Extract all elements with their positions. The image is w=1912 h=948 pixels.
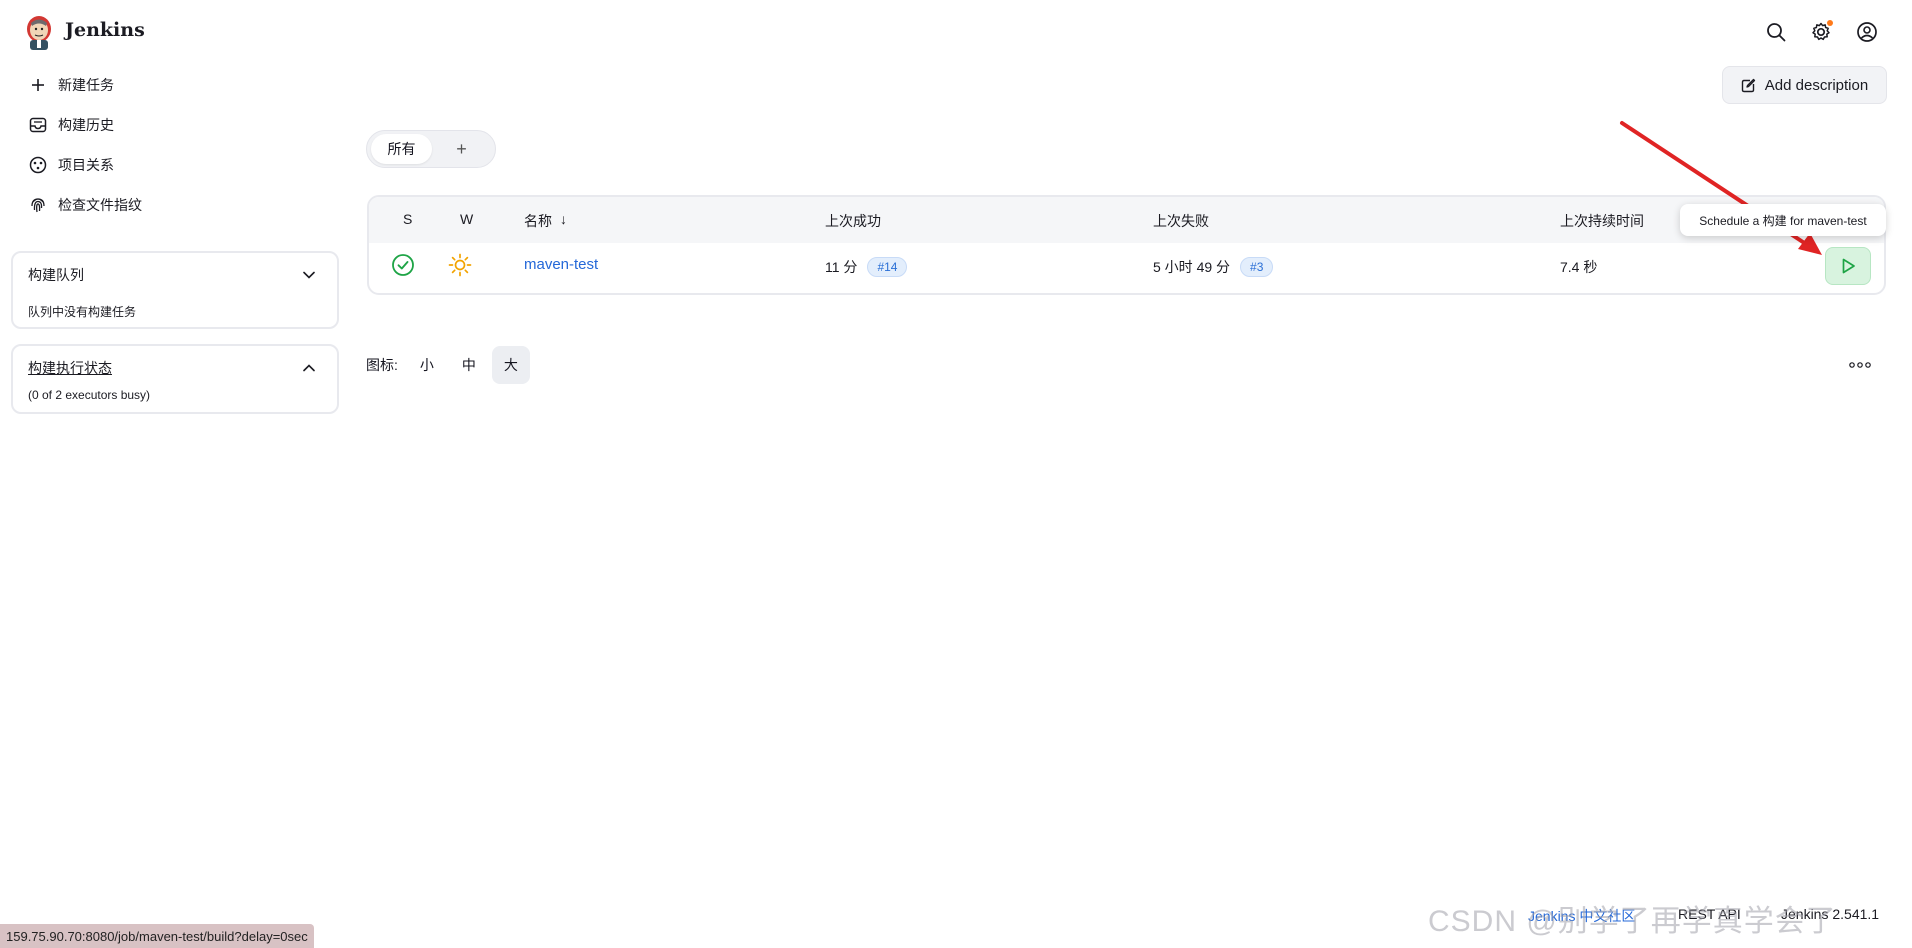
- sidebar-item-fingerprint[interactable]: 检查文件指纹: [28, 193, 142, 217]
- icon-size-selector: 图标: 小 中 大: [366, 346, 530, 384]
- sidebar-item-label: 构建历史: [58, 117, 114, 133]
- relationship-icon: [28, 155, 48, 175]
- column-header-status[interactable]: S: [403, 211, 412, 227]
- fingerprint-icon: [28, 195, 48, 215]
- tab-all[interactable]: 所有: [371, 134, 432, 164]
- icon-size-small[interactable]: 小: [408, 346, 446, 384]
- user-icon[interactable]: [1855, 20, 1879, 44]
- sidebar-item-label: 检查文件指纹: [58, 197, 142, 213]
- csdn-watermark: CSDN @别学了再学真学会了: [1428, 905, 1837, 938]
- view-tabs: 所有 +: [366, 130, 496, 168]
- brand-name[interactable]: Jenkins: [65, 19, 145, 41]
- executors-status-text: (0 of 2 executors busy): [28, 388, 151, 402]
- chevron-down-icon[interactable]: [301, 267, 317, 283]
- top-bar: Jenkins: [0, 0, 1912, 64]
- add-description-label: Add description: [1764, 76, 1869, 94]
- column-header-weather[interactable]: W: [460, 211, 473, 227]
- column-header-last-failure[interactable]: 上次失败: [1153, 211, 1209, 231]
- chevron-up-icon[interactable]: [301, 360, 317, 376]
- jenkins-logo[interactable]: [22, 13, 56, 51]
- table-row-name-cell: maven-test: [524, 256, 598, 273]
- icon-size-label: 图标:: [366, 357, 398, 373]
- add-description-button[interactable]: Add description: [1722, 66, 1887, 104]
- sidebar-item-project-relationship[interactable]: 项目关系: [28, 153, 114, 177]
- column-header-last-success[interactable]: 上次成功: [825, 211, 881, 231]
- icon-size-medium[interactable]: 中: [450, 346, 488, 384]
- table-row-last-failure-cell: 5 小时 49 分 #3: [1153, 257, 1274, 277]
- search-icon[interactable]: [1764, 20, 1788, 44]
- last-failure-time: 5 小时 49 分: [1153, 259, 1231, 275]
- success-status-icon[interactable]: [390, 252, 416, 278]
- sidebar-item-label: 项目关系: [58, 157, 114, 173]
- plus-icon: [28, 75, 48, 95]
- sidebar-item-build-history[interactable]: 构建历史: [28, 113, 114, 137]
- build-badge-success[interactable]: #14: [867, 257, 908, 277]
- browser-status-url: 159.75.90.70:8080/job/maven-test/build?d…: [0, 924, 314, 948]
- executors-panel: 构建执行状态 (0 of 2 executors busy): [11, 344, 339, 414]
- schedule-build-tooltip: Schedule a 构建 for maven-test: [1680, 204, 1886, 236]
- table-row-last-duration-cell: 7.4 秒: [1560, 257, 1597, 277]
- job-link-maven-test[interactable]: maven-test: [524, 256, 598, 273]
- sidebar-item-new-item[interactable]: 新建任务: [28, 73, 114, 97]
- sidebar-item-label: 新建任务: [58, 77, 114, 93]
- column-name-label: 名称: [524, 213, 552, 229]
- more-options-icon[interactable]: [1848, 356, 1872, 374]
- build-queue-title: 构建队列: [28, 267, 84, 283]
- build-queue-empty-text: 队列中没有构建任务: [28, 305, 137, 319]
- icon-size-large[interactable]: 大: [491, 346, 530, 384]
- last-success-time: 11 分: [825, 259, 858, 275]
- add-view-button[interactable]: +: [432, 134, 491, 164]
- edit-icon: [1741, 78, 1756, 93]
- sort-arrow-icon: ↓: [560, 211, 567, 227]
- table-row-last-success-cell: 11 分 #14: [825, 257, 908, 277]
- build-queue-panel: 构建队列 队列中没有构建任务: [11, 251, 339, 329]
- sunny-weather-icon[interactable]: [447, 252, 473, 278]
- settings-icon[interactable]: [1809, 20, 1833, 44]
- notification-dot: [1827, 20, 1833, 26]
- build-badge-failure[interactable]: #3: [1240, 257, 1274, 277]
- executors-title-link[interactable]: 构建执行状态: [28, 358, 112, 378]
- column-header-name[interactable]: 名称 ↓: [524, 211, 567, 231]
- play-icon: [1839, 257, 1857, 275]
- last-duration-value: 7.4 秒: [1560, 259, 1598, 275]
- annotation-arrow: [1620, 121, 1822, 255]
- inbox-icon: [28, 115, 48, 135]
